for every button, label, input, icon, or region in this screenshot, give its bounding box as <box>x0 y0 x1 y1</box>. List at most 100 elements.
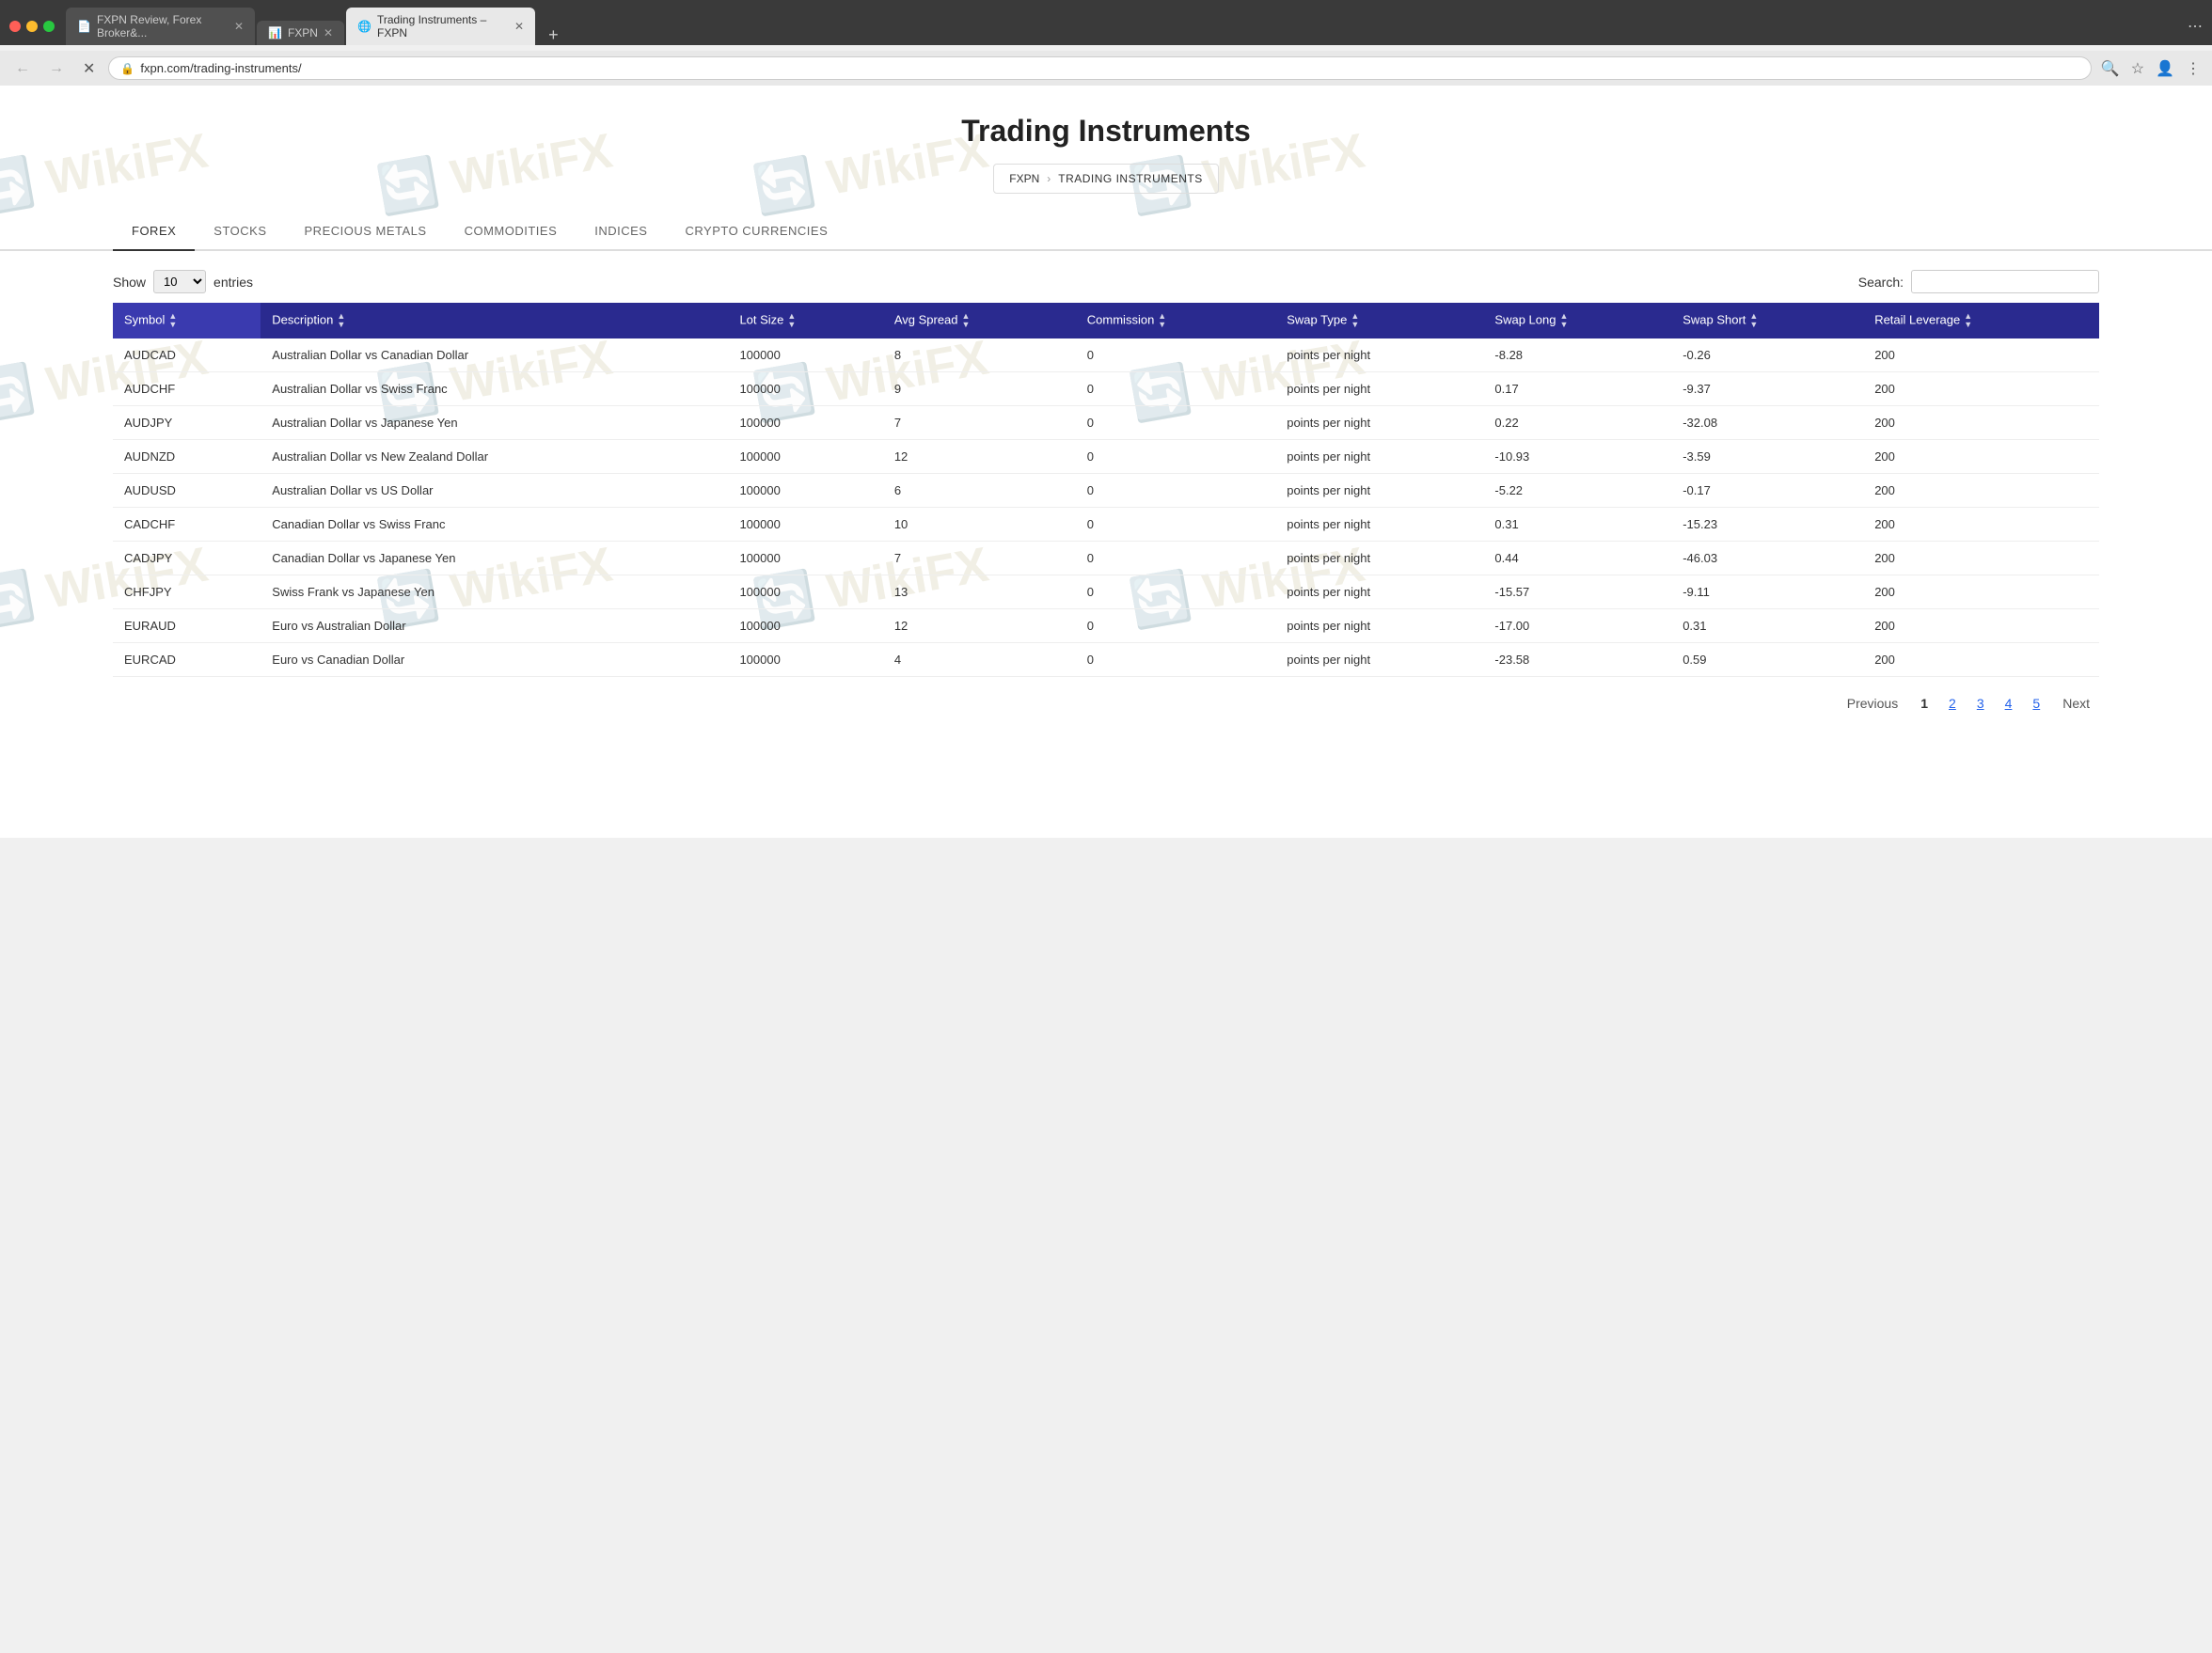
page-number-1: 1 <box>1913 692 1936 715</box>
col-header-swap_short[interactable]: Swap Short▲▼ <box>1671 303 1863 338</box>
col-header-description[interactable]: Description▲▼ <box>261 303 728 338</box>
cell-lot_size: 100000 <box>728 338 882 372</box>
tab-label: Trading Instruments – FXPN <box>377 13 509 39</box>
cell-swap_short: 0.59 <box>1671 643 1863 677</box>
cell-commission: 0 <box>1076 474 1275 508</box>
cell-swap_type: points per night <box>1275 372 1483 406</box>
browser-tab-tab3[interactable]: 🌐 Trading Instruments – FXPN ✕ <box>346 8 535 45</box>
previous-button[interactable]: Previous <box>1838 692 1907 715</box>
cell-swap_type: points per night <box>1275 542 1483 575</box>
tab-favicon: 🌐 <box>357 20 371 33</box>
back-button[interactable]: ← <box>9 58 36 79</box>
sort-arrows-avg_spread: ▲▼ <box>962 312 971 329</box>
instrument-tab-indices[interactable]: INDICES <box>576 213 666 251</box>
reload-button[interactable]: ✕ <box>77 57 101 80</box>
menu-button[interactable]: ⋮ <box>2184 57 2203 80</box>
cell-symbol: AUDCHF <box>113 372 261 406</box>
page-number-2[interactable]: 2 <box>1941 692 1964 715</box>
cell-swap_long: -15.57 <box>1483 575 1671 609</box>
tab-list-button[interactable]: ⋯ <box>2188 17 2203 36</box>
table-row: AUDNZDAustralian Dollar vs New Zealand D… <box>113 440 2099 474</box>
cell-retail_leverage: 200 <box>1863 609 2099 643</box>
cell-commission: 0 <box>1076 372 1275 406</box>
table-row: AUDJPYAustralian Dollar vs Japanese Yen1… <box>113 406 2099 440</box>
instrument-tab-precious-metals[interactable]: PRECIOUS METALS <box>286 213 446 251</box>
page-title: Trading Instruments <box>19 114 2193 149</box>
minimize-button[interactable] <box>26 21 38 32</box>
cell-retail_leverage: 200 <box>1863 372 2099 406</box>
cell-lot_size: 100000 <box>728 609 882 643</box>
cell-symbol: EURCAD <box>113 643 261 677</box>
new-tab-button[interactable]: + <box>541 25 566 45</box>
cell-swap_type: points per night <box>1275 575 1483 609</box>
cell-retail_leverage: 200 <box>1863 338 2099 372</box>
tabs-row: 📄 FXPN Review, Forex Broker&... ✕ 📊 FXPN… <box>66 8 2180 45</box>
col-header-swap_long[interactable]: Swap Long▲▼ <box>1483 303 1671 338</box>
profile-button[interactable]: 👤 <box>2154 57 2176 80</box>
tab-favicon: 📄 <box>77 20 91 33</box>
data-table-wrapper: Symbol▲▼Description▲▼Lot Size▲▼Avg Sprea… <box>0 303 2212 677</box>
cell-swap_short: -0.26 <box>1671 338 1863 372</box>
breadcrumb-separator: › <box>1047 172 1051 185</box>
col-header-avg_spread[interactable]: Avg Spread▲▼ <box>883 303 1076 338</box>
cell-swap_short: -9.37 <box>1671 372 1863 406</box>
cell-swap_short: -3.59 <box>1671 440 1863 474</box>
search-label: Search: <box>1858 275 1904 290</box>
cell-symbol: AUDUSD <box>113 474 261 508</box>
col-header-retail_leverage[interactable]: Retail Leverage▲▼ <box>1863 303 2099 338</box>
maximize-button[interactable] <box>43 21 55 32</box>
cell-retail_leverage: 200 <box>1863 440 2099 474</box>
tab-close-button[interactable]: ✕ <box>324 26 333 39</box>
sort-arrows-commission: ▲▼ <box>1158 312 1166 329</box>
show-label: Show <box>113 275 146 290</box>
entries-select[interactable]: 10 25 50 100 <box>153 270 206 293</box>
col-header-swap_type[interactable]: Swap Type▲▼ <box>1275 303 1483 338</box>
page-number-3[interactable]: 3 <box>1969 692 1992 715</box>
forward-button[interactable]: → <box>43 58 70 79</box>
tab-close-button[interactable]: ✕ <box>234 20 244 33</box>
instrument-tab-crypto[interactable]: CRYPTO CURRENCIES <box>666 213 846 251</box>
tab-close-button[interactable]: ✕ <box>514 20 524 33</box>
cell-avg_spread: 9 <box>883 372 1076 406</box>
sort-arrows-swap_long: ▲▼ <box>1559 312 1568 329</box>
cell-lot_size: 100000 <box>728 372 882 406</box>
close-button[interactable] <box>9 21 21 32</box>
col-header-commission[interactable]: Commission▲▼ <box>1076 303 1275 338</box>
cell-avg_spread: 7 <box>883 406 1076 440</box>
sort-arrows-symbol: ▲▼ <box>168 312 177 329</box>
address-box[interactable]: 🔒 fxpn.com/trading-instruments/ <box>108 56 2091 80</box>
cell-symbol: CHFJPY <box>113 575 261 609</box>
toolbar-icons: 🔍 ☆ 👤 ⋮ <box>2099 57 2203 80</box>
instrument-tab-commodities[interactable]: COMMODITIES <box>446 213 577 251</box>
cell-description: Canadian Dollar vs Swiss Franc <box>261 508 728 542</box>
cell-swap_type: points per night <box>1275 643 1483 677</box>
page-content: 🔄 WikiFX🔄 WikiFX🔄 WikiFX🔄 WikiFX🔄 WikiFX… <box>0 86 2212 838</box>
show-entries: Show 10 25 50 100 entries <box>113 270 253 293</box>
cell-description: Australian Dollar vs Swiss Franc <box>261 372 728 406</box>
next-button[interactable]: Next <box>2053 692 2099 715</box>
browser-tab-tab1[interactable]: 📄 FXPN Review, Forex Broker&... ✕ <box>66 8 255 45</box>
bookmark-button[interactable]: ☆ <box>2129 57 2146 80</box>
col-header-symbol[interactable]: Symbol▲▼ <box>113 303 261 338</box>
col-header-lot_size[interactable]: Lot Size▲▼ <box>728 303 882 338</box>
cell-swap_long: 0.44 <box>1483 542 1671 575</box>
cell-commission: 0 <box>1076 338 1275 372</box>
browser-tab-tab2[interactable]: 📊 FXPN ✕ <box>257 21 344 45</box>
page-number-5[interactable]: 5 <box>2025 692 2047 715</box>
search-input[interactable] <box>1911 270 2099 293</box>
sort-arrows-swap_type: ▲▼ <box>1351 312 1359 329</box>
search-icon-button[interactable]: 🔍 <box>2099 57 2122 80</box>
instrument-tab-forex[interactable]: FOREX <box>113 213 195 251</box>
cell-swap_type: points per night <box>1275 406 1483 440</box>
cell-swap_short: -46.03 <box>1671 542 1863 575</box>
cell-swap_long: -23.58 <box>1483 643 1671 677</box>
cell-lot_size: 100000 <box>728 643 882 677</box>
breadcrumb-home-link[interactable]: FXPN <box>1009 172 1039 185</box>
window-controls <box>9 21 55 32</box>
page-number-4[interactable]: 4 <box>1998 692 2020 715</box>
cell-description: Australian Dollar vs New Zealand Dollar <box>261 440 728 474</box>
instrument-tab-stocks[interactable]: STOCKS <box>195 213 285 251</box>
sort-arrows-swap_short: ▲▼ <box>1749 312 1758 329</box>
cell-symbol: EURAUD <box>113 609 261 643</box>
data-table: Symbol▲▼Description▲▼Lot Size▲▼Avg Sprea… <box>113 303 2099 677</box>
